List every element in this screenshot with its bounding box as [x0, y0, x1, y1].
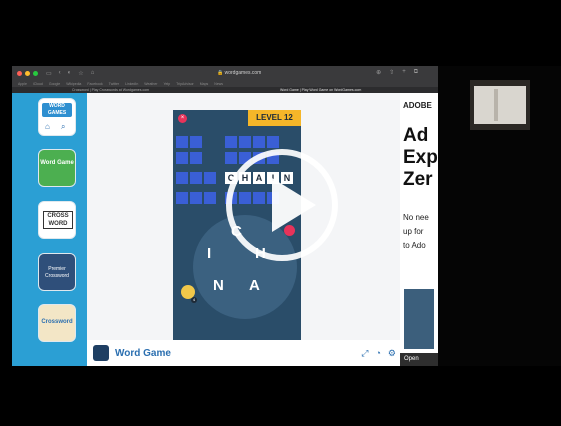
ad-body-line: up for — [403, 227, 424, 236]
grid-cell — [204, 192, 216, 204]
tile-label: Premier Crossword — [45, 266, 69, 279]
ad-thumbnail — [404, 289, 434, 349]
ad-body-line: to Ado — [403, 241, 426, 250]
maximize-window-icon[interactable] — [33, 71, 38, 76]
adobe-ad[interactable]: ADOBE Ad Exp Zer No nee up for to Ado Op… — [400, 93, 438, 366]
tile-label: Word Game — [40, 160, 74, 166]
game-footer: Word Game ⤢ ◔ ⚙ — [87, 340, 400, 366]
sidebar-item-premier-crossword[interactable]: Premier Crossword — [38, 253, 76, 291]
minimize-window-icon[interactable] — [25, 71, 30, 76]
download-icon[interactable]: ⊕ — [376, 69, 381, 76]
new-tab-icon[interactable]: + — [402, 69, 406, 76]
sidebar-item-wordgames-logo[interactable]: WORD GAMES ⌂ ⌕ — [38, 98, 76, 136]
grid-cell — [176, 152, 188, 164]
footer-icons: ⤢ ◔ ⚙ — [361, 348, 396, 359]
grid-cell — [176, 136, 188, 148]
grid-cell — [267, 136, 279, 148]
wheel-letter[interactable]: N — [213, 277, 224, 294]
wheel-letter[interactable]: I — [207, 245, 211, 262]
window-controls[interactable] — [17, 71, 38, 76]
play-icon — [272, 178, 316, 232]
ad-body-line: No nee — [403, 213, 429, 222]
ad-open-button[interactable]: Open — [400, 353, 438, 366]
sidebar-item-cross-word[interactable]: CROSS WORD — [38, 201, 76, 239]
fullscreen-icon[interactable]: ⤢ — [361, 348, 368, 359]
close-icon[interactable]: × — [178, 114, 187, 123]
window-light — [474, 86, 526, 124]
star-icon[interactable]: ☆ — [78, 70, 83, 77]
home-icon[interactable]: ⌂ — [45, 122, 50, 131]
ad-body: No nee up for to Ado — [403, 211, 429, 253]
grid-cell — [176, 172, 188, 184]
grid-cell — [225, 136, 237, 148]
home-icon[interactable]: ⌂ — [91, 70, 95, 77]
grid-cell — [190, 172, 202, 184]
back-icon[interactable]: ‹ — [59, 70, 61, 77]
settings-icon[interactable]: ⚙ — [388, 348, 396, 359]
word-game-logo — [93, 345, 109, 361]
video-frame[interactable]: ▭ ‹ ◐ ☆ ⌂ 🔒 wordgames.com ⊕ ⇧ + ⧉ Apple … — [0, 0, 561, 426]
ad-headline: Ad Exp Zer — [403, 125, 438, 191]
hint-count: 4 — [191, 297, 197, 303]
browser-chrome: ▭ ‹ ◐ ☆ ⌂ 🔒 wordgames.com ⊕ ⇧ + ⧉ Apple … — [12, 66, 438, 93]
sidebar-item-word-game[interactable]: Word Game — [38, 149, 76, 187]
grid-cell — [190, 152, 202, 164]
address-bar[interactable]: 🔒 wordgames.com — [217, 69, 327, 78]
games-sidebar: WORD GAMES ⌂ ⌕ Word Game CROSS WORD Prem… — [12, 93, 87, 366]
level-badge: LEVEL 12 — [248, 110, 301, 126]
grid-cell — [190, 136, 202, 148]
ad-headline-line: Ad — [403, 125, 429, 146]
grid-cell — [204, 172, 216, 184]
grid-cell — [253, 136, 265, 148]
tab-overview-icon[interactable]: ⧉ — [414, 69, 418, 76]
sidebar-icon[interactable]: ▭ — [46, 70, 52, 77]
url-text: wordgames.com — [224, 70, 262, 76]
ad-kicker: ADOBE — [403, 101, 432, 110]
ad-headline-line: Exp — [403, 147, 438, 168]
tile-label: CROSS WORD — [43, 211, 73, 229]
tile-label: Crossword — [41, 319, 73, 325]
game-title: Word Game — [115, 348, 171, 359]
grid-cell — [190, 192, 202, 204]
grid-cell — [239, 136, 251, 148]
wordgames-logo: WORD GAMES — [42, 103, 72, 117]
grid-cell — [225, 152, 237, 164]
ad-headline-line: Zer — [403, 169, 433, 190]
share-icon[interactable]: ⇧ — [389, 69, 394, 76]
webcam-feed — [438, 66, 561, 366]
play-button[interactable] — [226, 149, 338, 261]
screen-recording: ▭ ‹ ◐ ☆ ⌂ 🔒 wordgames.com ⊕ ⇧ + ⧉ Apple … — [12, 66, 438, 366]
grid-cell — [176, 192, 188, 204]
close-window-icon[interactable] — [17, 71, 22, 76]
sound-icon[interactable]: ◔ — [375, 348, 380, 359]
toolbar-right-icons: ⊕ ⇧ + ⧉ — [376, 69, 418, 76]
sidebar-item-crossword[interactable]: Crossword — [38, 304, 76, 342]
toolbar-icons: ▭ ‹ ◐ ☆ ⌂ — [46, 70, 94, 77]
wheel-letter[interactable]: A — [249, 277, 260, 294]
search-icon[interactable]: ⌕ — [61, 122, 65, 132]
shield-icon[interactable]: ◐ — [68, 70, 72, 77]
